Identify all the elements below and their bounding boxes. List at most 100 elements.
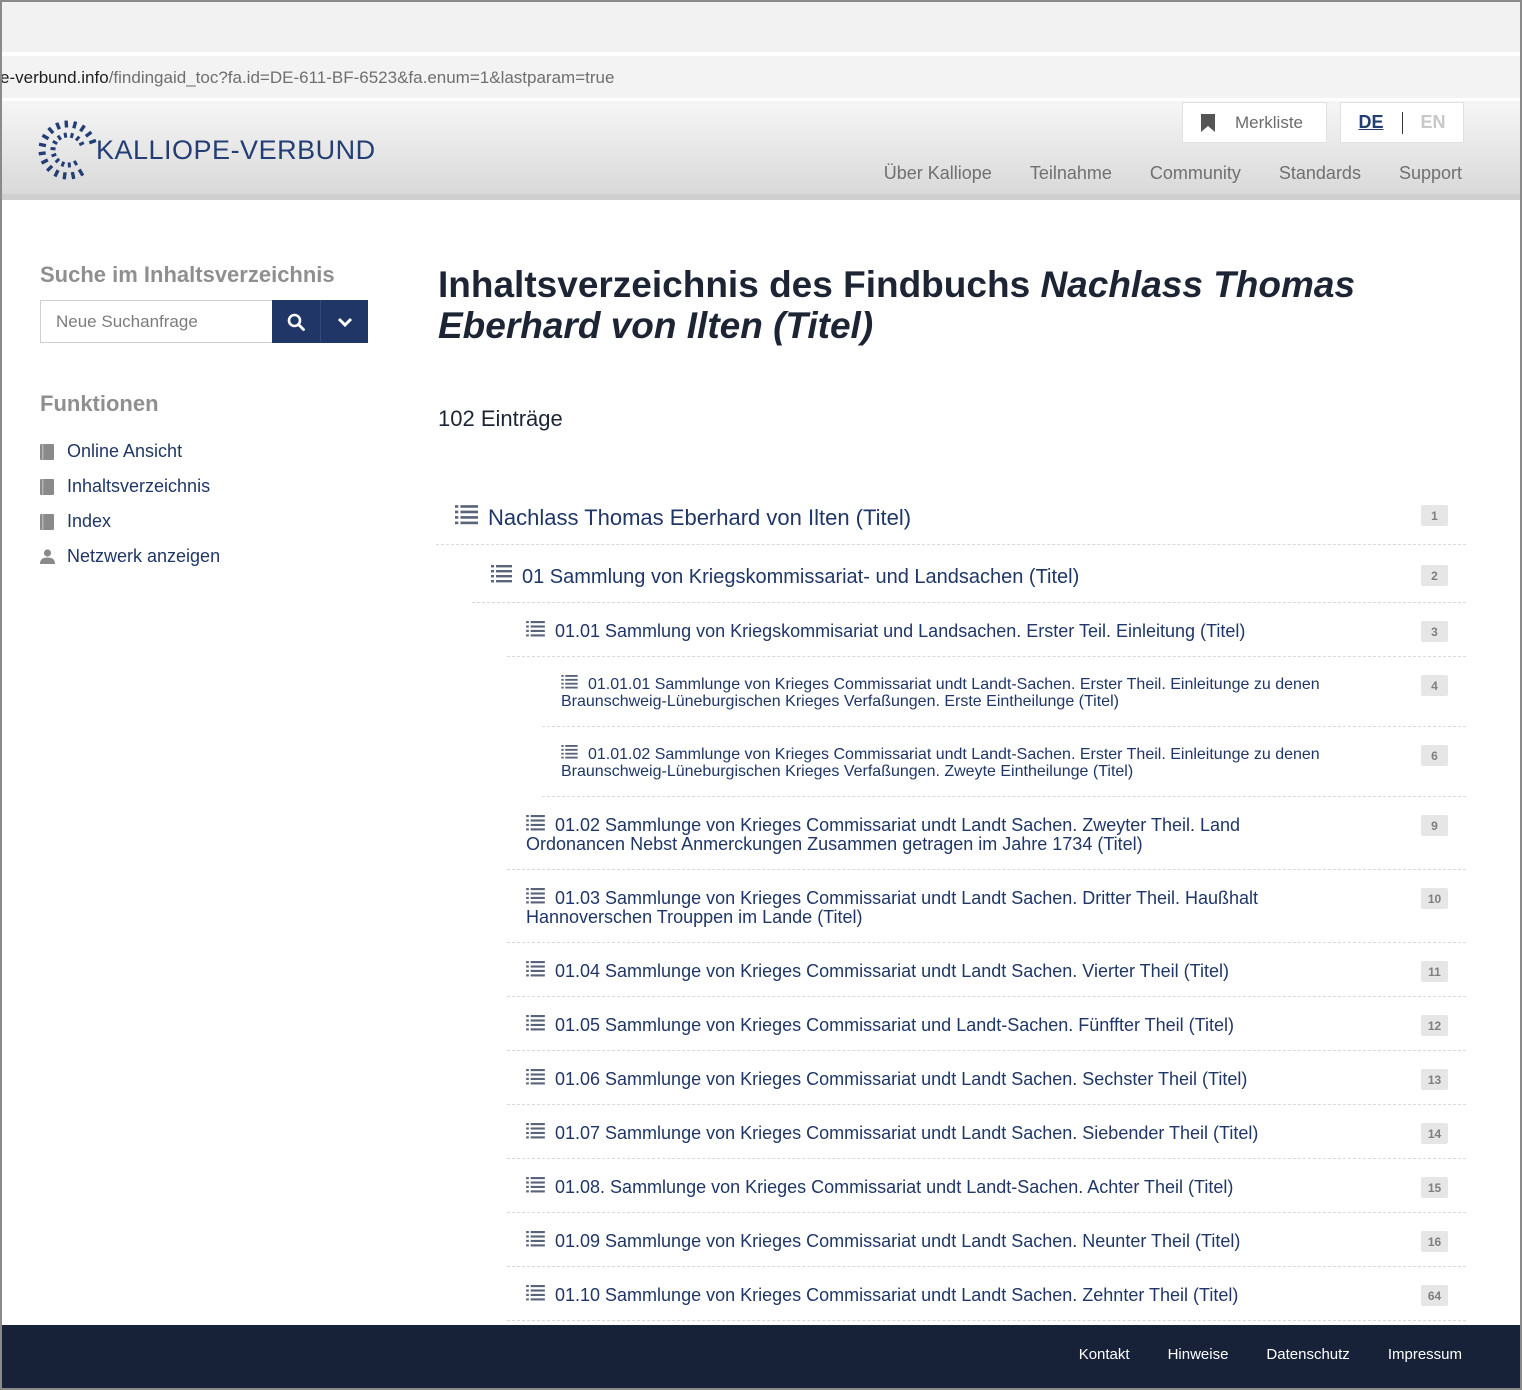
nav-ueber-kalliope[interactable]: Über Kalliope [884, 163, 992, 184]
list-icon [561, 675, 578, 689]
toc-entry-label: 01.03 Sammlunge von Krieges Commissariat… [526, 888, 1259, 927]
toc-entry-count-badge: 1 [1421, 505, 1448, 526]
toc-search [40, 300, 368, 343]
toc-row[interactable]: 01 Sammlung von Kriegskommissariat- und … [472, 545, 1466, 603]
nav-teilnahme[interactable]: Teilnahme [1030, 163, 1112, 184]
toc-entry-link[interactable]: 01.01.01 Sammlunge von Krieges Commissar… [561, 675, 1351, 710]
toc-row[interactable]: 01.06 Sammlunge von Krieges Commissariat… [507, 1051, 1466, 1105]
toc-entry-label: 01 Sammlung von Kriegskommissariat- und … [522, 566, 1080, 588]
function-index[interactable]: Index [40, 504, 220, 539]
toc-entry-count-badge: 12 [1421, 1015, 1448, 1036]
toc-entry-label: 01.08. Sammlunge von Krieges Commissaria… [555, 1177, 1234, 1197]
function-label: Inhaltsverzeichnis [67, 476, 211, 496]
toc-row[interactable]: 01.05 Sammlunge von Krieges Commissariat… [507, 997, 1466, 1051]
toc-entry-link[interactable]: 01.02 Sammlunge von Krieges Commissariat… [526, 815, 1316, 854]
list-icon [526, 1069, 545, 1085]
toc-row[interactable]: 01.10 Sammlunge von Krieges Commissariat… [507, 1267, 1466, 1321]
toc-entry-link[interactable]: 01.01 Sammlung von Kriegskommisariat und… [526, 621, 1376, 641]
toc-row[interactable]: 01.02 Sammlunge von Krieges Commissariat… [507, 797, 1466, 870]
list-icon [526, 961, 545, 977]
toc-entry-count-badge: 10 [1421, 888, 1448, 909]
search-button[interactable] [272, 300, 320, 343]
toc-row[interactable]: 01.01.02 Sammlunge von Krieges Commissar… [542, 727, 1466, 797]
toc-entry-link[interactable]: 01.09 Sammlunge von Krieges Commissariat… [526, 1231, 1316, 1251]
nav-community[interactable]: Community [1150, 163, 1241, 184]
main-nav: Über Kalliope Teilnahme Community Standa… [884, 163, 1462, 184]
list-icon [561, 745, 578, 759]
list-icon [526, 1285, 545, 1301]
function-netzwerk-anzeigen[interactable]: Netzwerk anzeigen [40, 539, 220, 574]
search-input[interactable] [40, 300, 272, 343]
toc-row[interactable]: Nachlass Thomas Eberhard von Ilten (Tite… [436, 488, 1466, 545]
toc-entry-count-badge: 15 [1421, 1177, 1448, 1198]
toc-entry-link[interactable]: 01.10 Sammlunge von Krieges Commissariat… [526, 1285, 1316, 1305]
footer-link-hinweise[interactable]: Hinweise [1168, 1346, 1229, 1363]
toc-entry-count-badge: 2 [1421, 565, 1448, 586]
nav-support[interactable]: Support [1399, 163, 1462, 184]
toc-entry-link[interactable]: 01.06 Sammlunge von Krieges Commissariat… [526, 1069, 1316, 1089]
toc-entry-count-badge: 16 [1421, 1231, 1448, 1252]
toc-row[interactable]: 01.01.01 Sammlunge von Krieges Commissar… [542, 657, 1466, 727]
toc-entry-link[interactable]: 01.07 Sammlunge von Krieges Commissariat… [526, 1123, 1316, 1143]
toc-entry-count-badge: 14 [1421, 1123, 1448, 1144]
browser-window: e-verbund.info/findingaid_toc?fa.id=DE-6… [0, 0, 1522, 1390]
footer-link-datenschutz[interactable]: Datenschutz [1266, 1346, 1349, 1363]
toc-row[interactable]: 01.07 Sammlunge von Krieges Commissariat… [507, 1105, 1466, 1159]
search-options-button[interactable] [320, 300, 368, 343]
title-prefix: Inhaltsverzeichnis des Findbuchs [438, 264, 1041, 305]
list-icon [526, 888, 545, 904]
footer-links: Kontakt Hinweise Datenschutz Impressum [1079, 1346, 1462, 1363]
toc-entry-link[interactable]: 01.01.02 Sammlunge von Krieges Commissar… [561, 745, 1351, 780]
toc-entry-label: 01.01.01 Sammlunge von Krieges Commissar… [561, 676, 1320, 710]
list-icon [491, 565, 512, 583]
logo-mark-icon [38, 120, 97, 180]
toc-entry-link[interactable]: Nachlass Thomas Eberhard von Ilten (Tite… [455, 505, 1305, 529]
toc-entry-link[interactable]: 01.04 Sammlunge von Krieges Commissariat… [526, 961, 1316, 981]
toc-row[interactable]: 01.01 Sammlung von Kriegskommisariat und… [507, 603, 1466, 657]
chevron-down-icon [337, 317, 352, 327]
footer-link-kontakt[interactable]: Kontakt [1079, 1346, 1130, 1363]
book-icon [40, 478, 67, 495]
list-icon [526, 815, 545, 831]
toc-entry-count-badge: 4 [1421, 675, 1448, 696]
toc-entry-link[interactable]: 01 Sammlung von Kriegskommissariat- und … [491, 565, 1341, 588]
nav-standards[interactable]: Standards [1279, 163, 1361, 184]
lang-de-link[interactable]: DE [1358, 112, 1383, 133]
toc-entry-link[interactable]: 01.08. Sammlunge von Krieges Commissaria… [526, 1177, 1316, 1197]
list-icon [526, 621, 545, 637]
search-icon [287, 313, 305, 331]
toc-entry-link[interactable]: 01.05 Sammlunge von Krieges Commissariat… [526, 1015, 1316, 1035]
toc-entry-label: 01.10 Sammlunge von Krieges Commissariat… [555, 1285, 1239, 1305]
toc-row[interactable]: 01.04 Sammlunge von Krieges Commissariat… [507, 943, 1466, 997]
toc-row[interactable]: 01.03 Sammlunge von Krieges Commissariat… [507, 870, 1466, 943]
bookmark-icon [1201, 113, 1215, 132]
url-text[interactable]: e-verbund.info/findingaid_toc?fa.id=DE-6… [0, 68, 614, 88]
list-icon [526, 1231, 545, 1247]
toc-entry-count-badge: 6 [1421, 745, 1448, 766]
toc-entry-count-badge: 11 [1421, 961, 1448, 982]
person-icon [40, 549, 67, 564]
toc-entry-link[interactable]: 01.03 Sammlunge von Krieges Commissariat… [526, 888, 1316, 927]
tab-strip [2, 2, 1520, 52]
merkliste-button[interactable]: Merkliste [1182, 102, 1327, 143]
function-label: Index [67, 511, 112, 531]
url-host: e-verbund.info [0, 68, 109, 87]
list-icon [526, 1015, 545, 1031]
lang-en-link[interactable]: EN [1421, 112, 1446, 133]
functions-heading: Funktionen [40, 391, 159, 416]
toc-entry-label: 01.01 Sammlung von Kriegskommisariat und… [555, 621, 1246, 641]
entry-count: 102 Einträge [438, 406, 563, 431]
footer-link-impressum[interactable]: Impressum [1388, 1346, 1462, 1363]
logo-text: KALLIOPE-VERBUND [96, 134, 376, 165]
toc-entry-label: 01.07 Sammlunge von Krieges Commissariat… [555, 1123, 1259, 1143]
kalliope-logo[interactable]: KALLIOPE-VERBUND [38, 112, 376, 182]
functions-list: Online Ansicht Inhaltsverzeichnis Index … [40, 434, 220, 574]
header-divider [2, 194, 1520, 200]
page-title: Inhaltsverzeichnis des Findbuchs Nachlas… [438, 264, 1478, 346]
function-online-ansicht[interactable]: Online Ansicht [40, 434, 220, 469]
toc-row[interactable]: 01.09 Sammlunge von Krieges Commissariat… [507, 1213, 1466, 1267]
toc-row[interactable]: 01.08. Sammlunge von Krieges Commissaria… [507, 1159, 1466, 1213]
function-label: Online Ansicht [67, 441, 183, 461]
function-inhaltsverzeichnis[interactable]: Inhaltsverzeichnis [40, 469, 220, 504]
toc-entry-label: 01.05 Sammlunge von Krieges Commissariat… [555, 1015, 1234, 1035]
